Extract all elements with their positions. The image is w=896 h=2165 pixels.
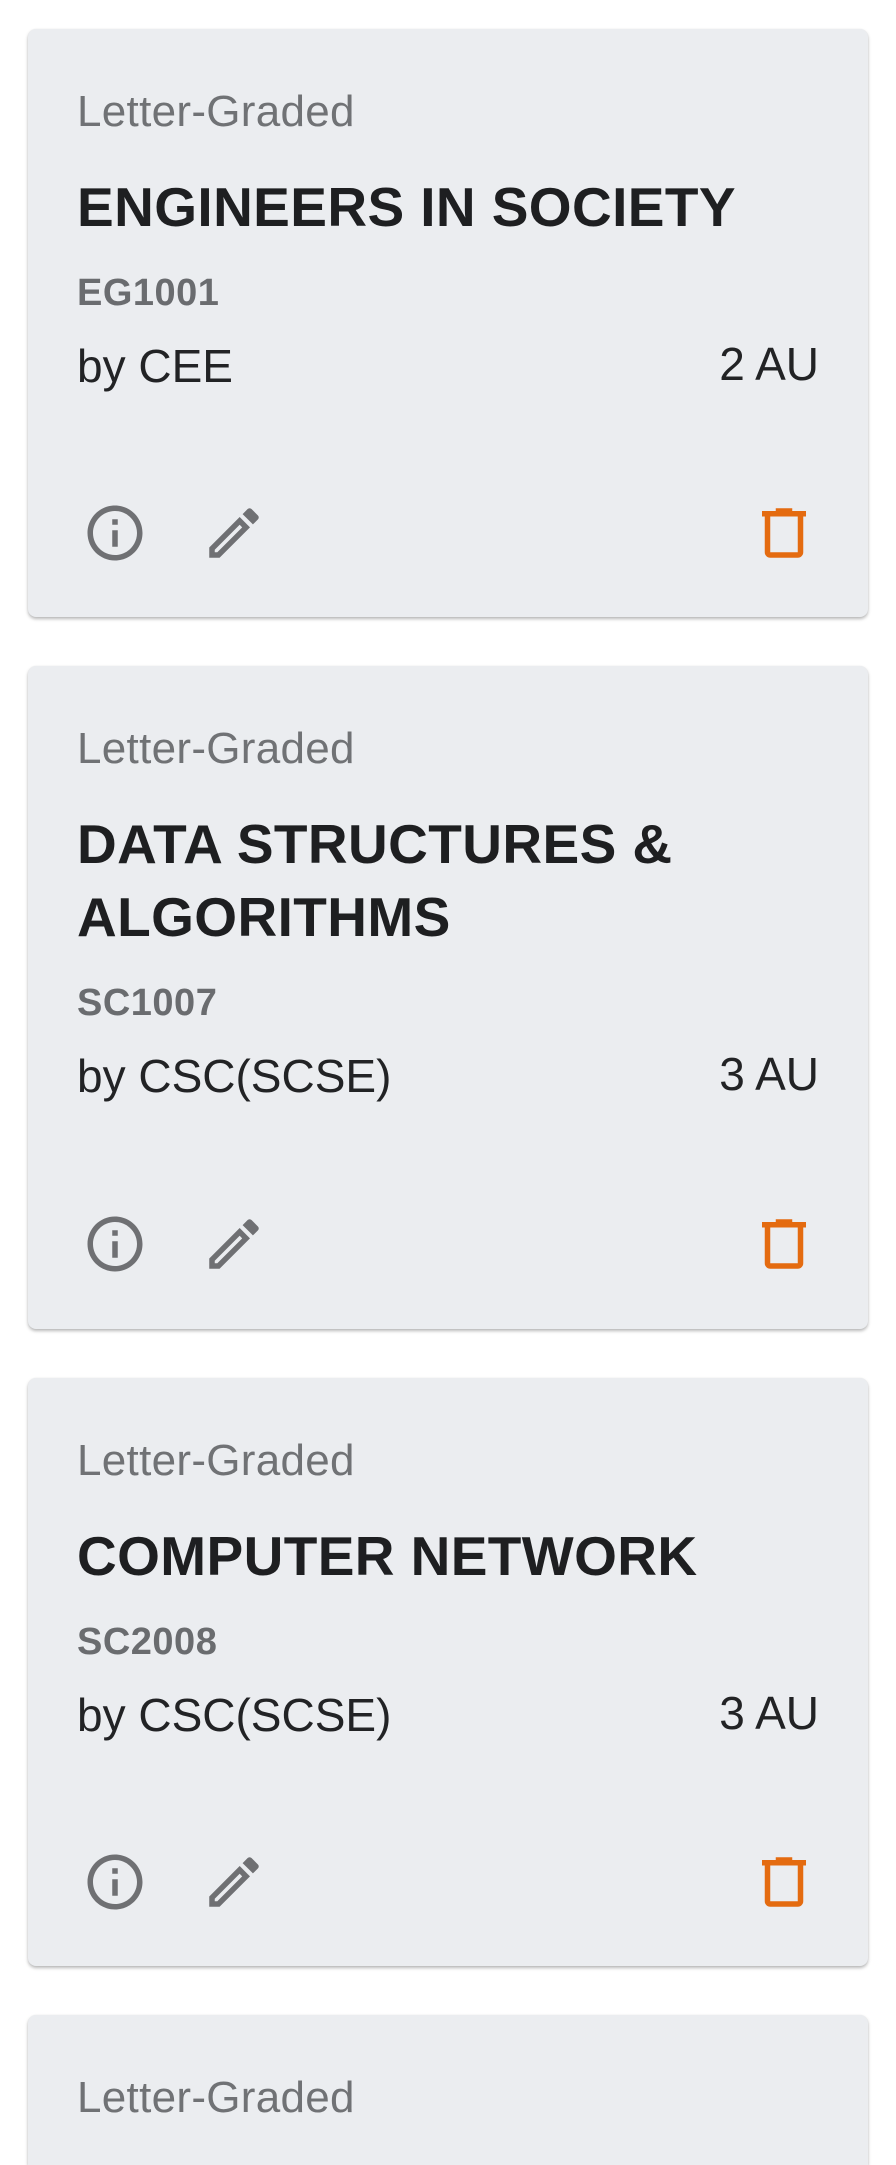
edit-button[interactable] bbox=[199, 1209, 269, 1279]
course-code: SC1007 bbox=[77, 982, 218, 1024]
course-au: 3 AU bbox=[719, 1687, 819, 1739]
grading-type: Letter-Graded bbox=[77, 2073, 355, 2122]
grading-type: Letter-Graded bbox=[77, 1436, 355, 1485]
card-actions bbox=[77, 1209, 819, 1279]
edit-button[interactable] bbox=[199, 1847, 269, 1917]
course-code: SC2008 bbox=[77, 1621, 218, 1663]
pencil-icon bbox=[209, 1219, 259, 1269]
pencil-icon bbox=[209, 1857, 259, 1907]
trash-can-icon bbox=[762, 1219, 806, 1269]
course-card: Letter-Graded bbox=[28, 2015, 868, 2165]
info-circle-outline-icon bbox=[87, 505, 143, 561]
info-circle-outline-icon bbox=[87, 1216, 143, 1272]
trash-can-icon bbox=[762, 508, 806, 558]
info-button[interactable] bbox=[80, 1209, 150, 1279]
info-circle-outline-icon bbox=[87, 1854, 143, 1910]
course-title: ENGINEERS IN SOCIETY bbox=[77, 176, 736, 238]
course-department: by CSC(SCSE) bbox=[77, 1689, 392, 1741]
course-code: EG1001 bbox=[77, 272, 220, 314]
course-au: 3 AU bbox=[719, 1048, 819, 1100]
pencil-icon bbox=[209, 508, 259, 558]
edit-button[interactable] bbox=[199, 498, 269, 568]
info-button[interactable] bbox=[80, 498, 150, 568]
delete-button[interactable] bbox=[749, 1209, 819, 1279]
course-card: Letter-Graded DATA STRUCTURES & ALGORITH… bbox=[28, 666, 868, 1329]
card-actions bbox=[77, 498, 819, 568]
course-card: Letter-Graded ENGINEERS IN SOCIETY EG100… bbox=[28, 29, 868, 617]
grading-type: Letter-Graded bbox=[77, 87, 355, 136]
course-list: Letter-Graded ENGINEERS IN SOCIETY EG100… bbox=[0, 0, 896, 2165]
delete-button[interactable] bbox=[749, 1847, 819, 1917]
course-title: DATA STRUCTURES & ALGORITHMS bbox=[77, 813, 673, 948]
course-card: Letter-Graded COMPUTER NETWORK SC2008 by… bbox=[28, 1378, 868, 1966]
course-department: by CSC(SCSE) bbox=[77, 1050, 392, 1102]
card-actions bbox=[77, 1847, 819, 1917]
course-department: by CEE bbox=[77, 340, 233, 392]
delete-button[interactable] bbox=[749, 498, 819, 568]
course-au: 2 AU bbox=[719, 338, 819, 390]
trash-can-icon bbox=[762, 1857, 806, 1907]
grading-type: Letter-Graded bbox=[77, 724, 355, 773]
info-button[interactable] bbox=[80, 1847, 150, 1917]
course-title: COMPUTER NETWORK bbox=[77, 1525, 698, 1587]
